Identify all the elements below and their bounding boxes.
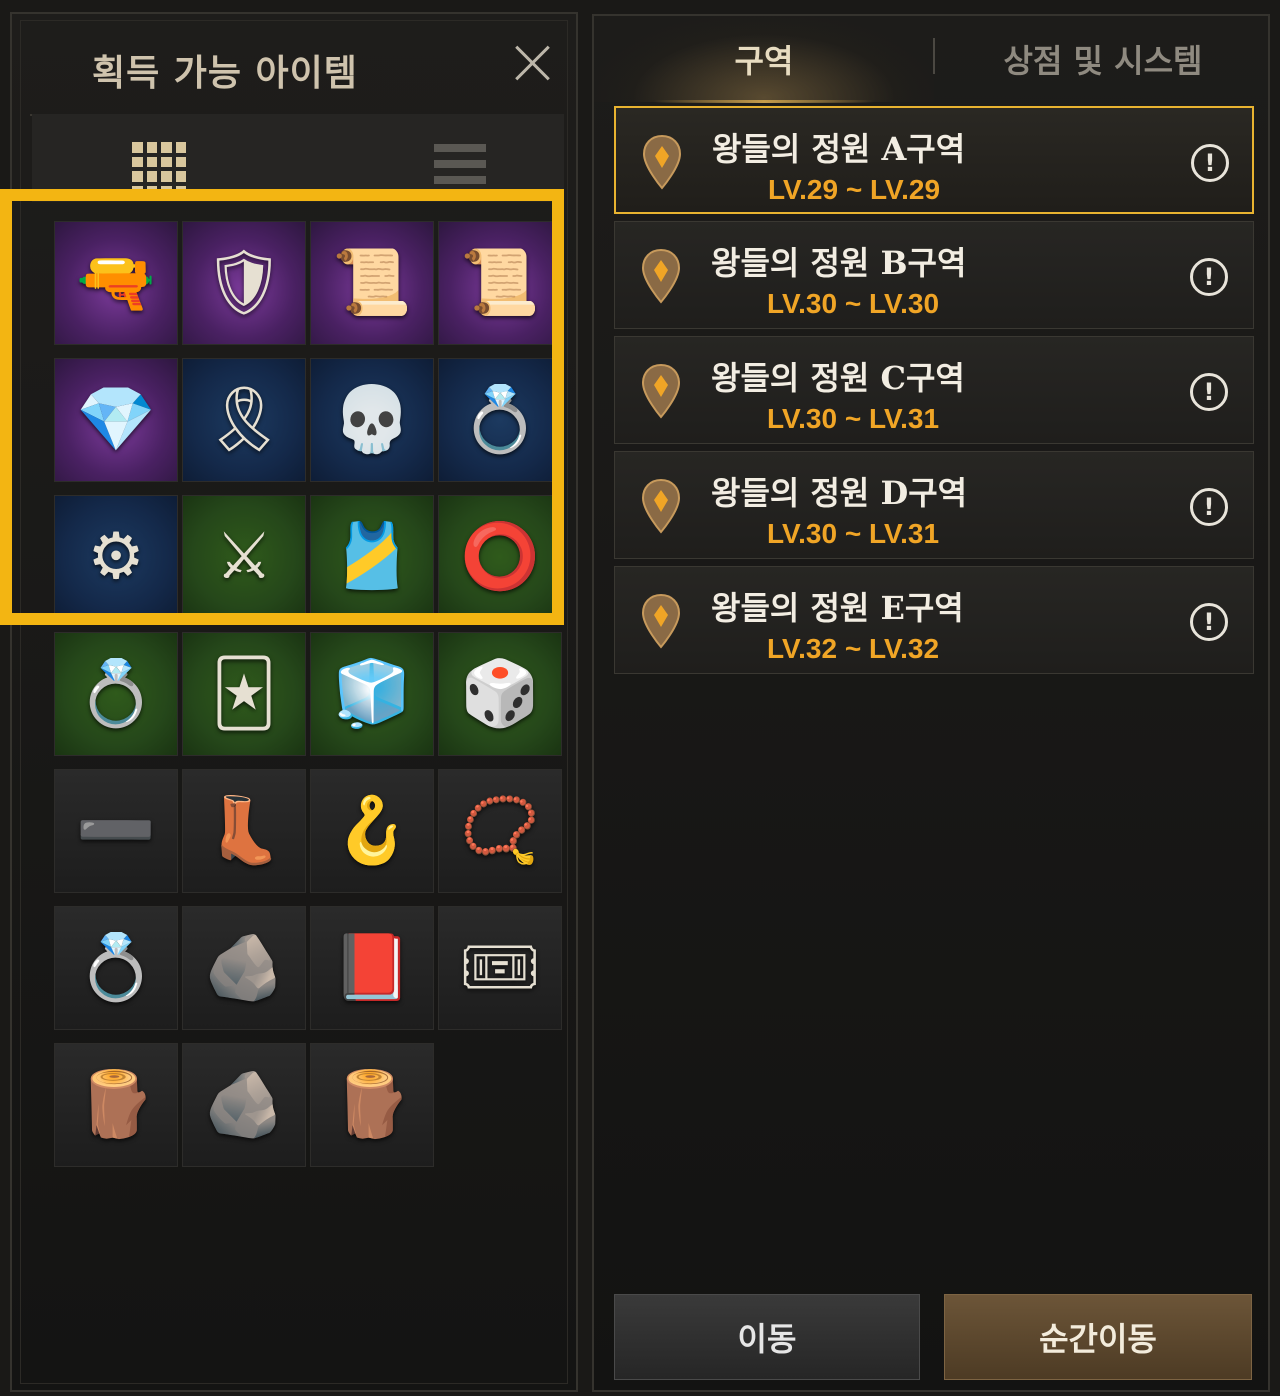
- item-slot[interactable]: 📜: [438, 221, 562, 345]
- item-slot[interactable]: 🪝: [310, 769, 434, 893]
- action-bar: 이동 순간이동: [606, 1286, 1260, 1386]
- info-icon[interactable]: !: [1190, 603, 1228, 641]
- flintlock-pistol-icon: 🔫: [76, 246, 156, 320]
- close-icon[interactable]: [512, 42, 554, 84]
- list-view-icon: [434, 144, 486, 194]
- grid-view-button[interactable]: [32, 114, 298, 202]
- zone-level-range: LV.29 ~ LV.29: [768, 174, 941, 205]
- teleport-button[interactable]: 순간이동: [944, 1294, 1252, 1380]
- zone-level-range: LV.30 ~ LV.30: [767, 288, 940, 319]
- plated-belt-icon: 🎽: [332, 520, 412, 594]
- zone-name: 왕들의 정원 E구역: [711, 589, 964, 627]
- green-belt-icon: ➖: [76, 794, 156, 868]
- panel-title: 획득 가능 아이템: [92, 53, 358, 94]
- item-slot[interactable]: 💍: [438, 358, 562, 482]
- blue-crystal-icon: 💎: [76, 383, 156, 457]
- ornate-earring-icon: ⭕: [460, 520, 540, 594]
- zone-name: 왕들의 정원 C구역: [711, 359, 965, 397]
- info-icon[interactable]: !: [1191, 144, 1229, 182]
- zone-level-range: LV.30 ~ LV.31: [767, 403, 940, 434]
- map-pin-icon: [641, 478, 681, 534]
- tab-zone[interactable]: 구역: [594, 16, 934, 102]
- item-slot[interactable]: 📜: [310, 221, 434, 345]
- item-slot[interactable]: 🔫: [54, 221, 178, 345]
- ancient-relic-icon: ⚙: [87, 520, 145, 594]
- tab-shop-system[interactable]: 상점 및 시스템: [934, 16, 1272, 102]
- list-view-button[interactable]: [298, 114, 564, 202]
- green-boots-icon: 👢: [204, 794, 284, 868]
- item-slot[interactable]: 🧊: [310, 632, 434, 756]
- silver-ring-icon: 💍: [76, 931, 156, 1005]
- grid-view-icon: [132, 142, 186, 196]
- item-slot[interactable]: 💀: [310, 358, 434, 482]
- info-icon[interactable]: !: [1190, 488, 1228, 526]
- plate-armor-icon: 🛡: [203, 246, 285, 320]
- item-slot[interactable]: 👢: [182, 769, 306, 893]
- item-slot[interactable]: 🛡: [182, 221, 306, 345]
- map-pin-icon: [642, 134, 682, 190]
- item-slot[interactable]: 🪵: [54, 1043, 178, 1167]
- item-slot[interactable]: ➖: [54, 769, 178, 893]
- zone-panel: 구역 상점 및 시스템 왕들의 정원 A구역 LV.29 ~ LV.29! 왕들의 …: [592, 14, 1270, 1392]
- helmet-scroll-icon: 📜: [332, 246, 412, 320]
- item-slot[interactable]: 🪨: [182, 1043, 306, 1167]
- item-slot[interactable]: 🎟: [438, 906, 562, 1030]
- zone-name: 왕들의 정원 D구역: [711, 474, 968, 512]
- necklace-scroll-icon: 📜: [460, 246, 540, 320]
- item-slot[interactable]: 🎲: [438, 632, 562, 756]
- zone-level-range: LV.30 ~ LV.31: [767, 518, 940, 549]
- stone-die-icon: 🎲: [460, 657, 540, 731]
- zone-name: 왕들의 정원 A구역: [712, 130, 966, 168]
- item-slot[interactable]: 🎗: [182, 358, 306, 482]
- item-slot[interactable]: ⚙: [54, 495, 178, 619]
- zone-item[interactable]: 왕들의 정원 A구역 LV.29 ~ LV.29!: [614, 106, 1254, 214]
- item-slot[interactable]: 🃏: [182, 632, 306, 756]
- zone-list: 왕들의 정원 A구역 LV.29 ~ LV.29! 왕들의 정원 B구역 LV.30 …: [614, 106, 1254, 681]
- map-pin-icon: [641, 593, 681, 649]
- item-slot[interactable]: 📕: [310, 906, 434, 1030]
- stone-pendant-icon: 🪨: [204, 931, 284, 1005]
- info-icon[interactable]: !: [1190, 373, 1228, 411]
- skull-pendant-icon: 💀: [332, 383, 412, 457]
- item-slot[interactable]: 🎽: [310, 495, 434, 619]
- item-slot[interactable]: ⚔: [182, 495, 306, 619]
- wood-plank-icon: 🪵: [76, 1068, 156, 1142]
- silver-necklace-icon: 📿: [460, 794, 540, 868]
- wood-block-icon: 🪵: [332, 1068, 412, 1142]
- item-slot[interactable]: 🪨: [182, 906, 306, 1030]
- gold-ticket-icon: 🎟: [459, 931, 541, 1005]
- zone-level-range: LV.32 ~ LV.32: [767, 633, 940, 664]
- item-slot[interactable]: 💍: [54, 906, 178, 1030]
- zone-item[interactable]: 왕들의 정원 D구역 LV.30 ~ LV.31!: [614, 451, 1254, 559]
- zone-item[interactable]: 왕들의 정원 C구역 LV.30 ~ LV.31!: [614, 336, 1254, 444]
- map-pin-icon: [641, 363, 681, 419]
- item-slot[interactable]: ⭕: [438, 495, 562, 619]
- purple-book-icon: 📕: [332, 931, 412, 1005]
- zone-name: 왕들의 정원 B구역: [711, 244, 967, 282]
- silver-earring-icon: 🪝: [332, 794, 412, 868]
- green-card-icon: 🃏: [211, 657, 277, 731]
- map-pin-icon: [641, 248, 681, 304]
- ore-pile-icon: 🪨: [204, 1068, 284, 1142]
- ruby-ring-icon: 💍: [76, 657, 156, 731]
- zone-item[interactable]: 왕들의 정원 B구역 LV.30 ~ LV.30!: [614, 221, 1254, 329]
- move-button[interactable]: 이동: [614, 1294, 920, 1380]
- item-grid: 🔫 🛡 📜 📜 💎 🎗 💀 💍 ⚙ ⚔ 🎽 ⭕ 💍 🃏 🧊 🎲 ➖ 👢 🪝 📿 💍 🪨 📕 🎟 🪵 🪨 🪵: [54, 221, 562, 1167]
- white-crystal-icon: 🧊: [332, 657, 412, 731]
- item-slot[interactable]: 📿: [438, 769, 562, 893]
- item-slot[interactable]: 💎: [54, 358, 178, 482]
- emerald-ring-icon: 💍: [460, 383, 540, 457]
- longsword-icon: ⚔: [215, 520, 273, 594]
- item-slot[interactable]: 💍: [54, 632, 178, 756]
- view-toggle: [32, 114, 564, 202]
- zone-item[interactable]: 왕들의 정원 E구역 LV.32 ~ LV.32!: [614, 566, 1254, 674]
- item-slot[interactable]: 🪵: [310, 1043, 434, 1167]
- leather-belt-icon: 🎗: [203, 383, 285, 457]
- info-icon[interactable]: !: [1190, 258, 1228, 296]
- available-items-panel: 획득 가능 아이템 🔫 🛡 📜 📜 💎 🎗 💀 💍 ⚙ ⚔ 🎽 ⭕ 💍 🃏 🧊 🎲 ➖ 👢 🪝 📿 💍 🪨 📕 🎟 🪵 🪨 🪵: [10, 12, 578, 1392]
- active-tab-indicator: [654, 100, 874, 103]
